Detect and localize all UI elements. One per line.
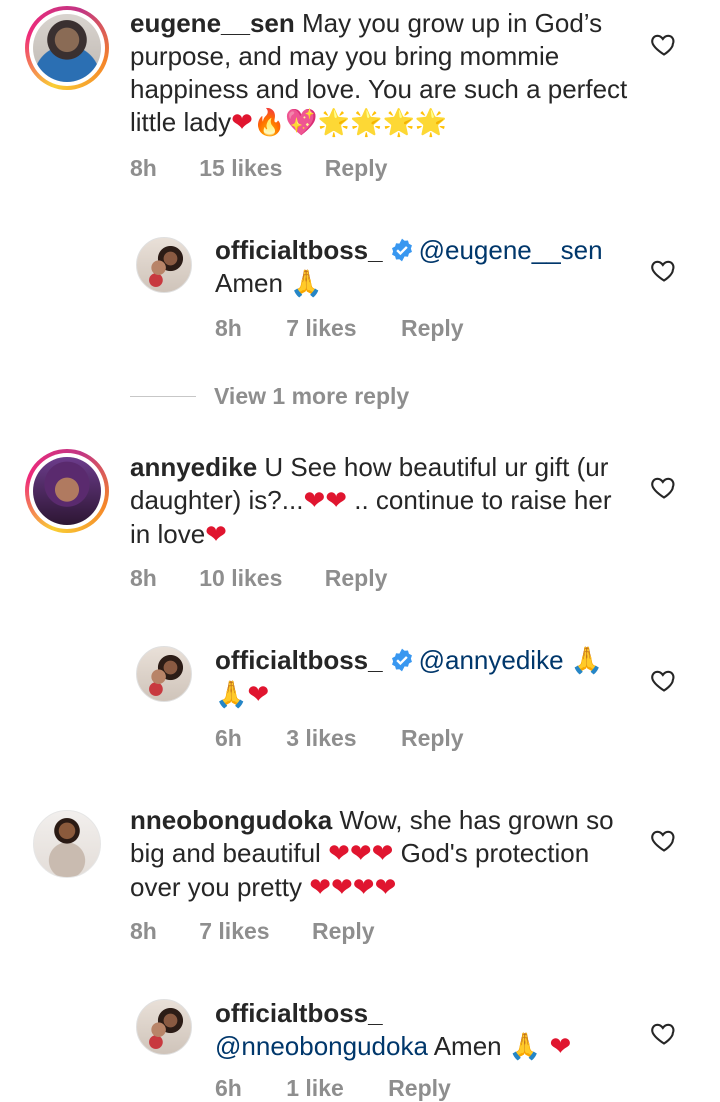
comment-meta: 8h 10 likes Reply	[130, 565, 387, 592]
comment-time: 8h	[130, 918, 157, 944]
reply-emojis: 🙏 ❤	[508, 1032, 572, 1062]
reply-button[interactable]: Reply	[325, 155, 388, 182]
heart-outline-icon[interactable]	[650, 826, 678, 854]
likes-count[interactable]: 15 likes	[199, 155, 282, 182]
comment-body: nneobongudoka Wow, she has grown so big …	[130, 804, 630, 905]
heart-outline-icon[interactable]	[650, 473, 678, 501]
username-link[interactable]: officialtboss_	[215, 235, 383, 265]
comment-emojis: ❤❤	[303, 486, 348, 516]
mention-link[interactable]: @eugene__sen	[419, 235, 603, 265]
divider-line	[130, 395, 196, 397]
comment-meta: 8h 15 likes Reply	[130, 155, 387, 182]
username-link[interactable]: nneobongudoka	[130, 805, 332, 835]
username-link[interactable]: annyedike	[130, 452, 257, 482]
likes-count[interactable]: 10 likes	[199, 565, 282, 592]
comment-emojis: ❤❤❤	[328, 839, 394, 869]
reply-body: officialtboss_ @annyedike 🙏 🙏❤	[215, 644, 635, 712]
avatar-nneobongudoka[interactable]	[33, 810, 101, 878]
reply-text: Amen	[433, 1031, 502, 1061]
heart-outline-icon[interactable]	[650, 1019, 678, 1047]
verified-badge-icon	[391, 238, 412, 262]
comment-body: annyedike U See how beautiful ur gift (u…	[130, 451, 630, 552]
mention-link[interactable]: @nneobongudoka	[215, 1031, 428, 1061]
reply-meta: 6h 3 likes Reply	[215, 725, 464, 752]
likes-count[interactable]: 1 like	[286, 1075, 344, 1102]
comment-time: 8h	[130, 565, 157, 591]
comment-meta: 8h 7 likes Reply	[130, 918, 375, 945]
comment-emojis-2: ❤❤❤❤	[309, 873, 397, 903]
heart-outline-icon[interactable]	[650, 666, 678, 694]
reply-button[interactable]: Reply	[325, 565, 388, 592]
reply-body: officialtboss_ @eugene__sen Amen 🙏	[215, 234, 635, 301]
view-more-label[interactable]: View 1 more reply	[214, 383, 409, 410]
comment-body: eugene__sen May you grow up in God’s pur…	[130, 7, 630, 140]
reply-meta: 8h 7 likes Reply	[215, 315, 464, 342]
reply-button[interactable]: Reply	[388, 1075, 451, 1102]
reply-button[interactable]: Reply	[401, 725, 464, 752]
view-more-replies[interactable]: View 1 more reply	[130, 381, 409, 411]
likes-count[interactable]: 7 likes	[286, 315, 356, 342]
reply-button[interactable]: Reply	[401, 315, 464, 342]
avatar-officialtboss[interactable]	[136, 646, 192, 702]
reply-time: 6h	[215, 725, 242, 751]
username-link[interactable]: officialtboss_	[215, 998, 383, 1028]
verified-badge-icon	[391, 648, 412, 672]
comment-emojis: ❤🔥💖🌟🌟🌟🌟	[231, 108, 448, 138]
username-link[interactable]: eugene__sen	[130, 8, 295, 38]
reply-button[interactable]: Reply	[312, 918, 375, 945]
reply-time: 8h	[215, 315, 242, 341]
username-link[interactable]: officialtboss_	[215, 645, 383, 675]
likes-count[interactable]: 7 likes	[199, 918, 269, 945]
avatar-officialtboss[interactable]	[136, 999, 192, 1055]
avatar-officialtboss[interactable]	[136, 237, 192, 293]
comment-emojis-2: ❤	[205, 520, 227, 550]
reply-text: Amen	[215, 268, 283, 298]
avatar-eugene[interactable]	[25, 6, 109, 90]
comment-time: 8h	[130, 155, 157, 181]
reply-time: 6h	[215, 1075, 242, 1101]
reply-body: officialtboss_ @nneobongudoka Amen 🙏 ❤	[215, 997, 635, 1064]
likes-count[interactable]: 3 likes	[286, 725, 356, 752]
avatar-annyedike[interactable]	[25, 449, 109, 533]
mention-link[interactable]: @annyedike	[419, 645, 564, 675]
heart-outline-icon[interactable]	[650, 256, 678, 284]
reply-emojis: 🙏	[290, 269, 323, 299]
heart-outline-icon[interactable]	[650, 30, 678, 58]
reply-meta: 6h 1 like Reply	[215, 1075, 451, 1102]
